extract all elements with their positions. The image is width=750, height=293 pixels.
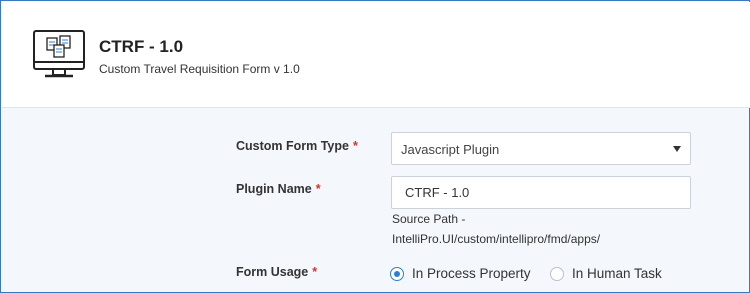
plugin-name-input[interactable] [391,176,691,209]
monitor-forms-icon [33,30,85,78]
page-header: CTRF - 1.0 Custom Travel Requisition For… [2,2,750,108]
radio-unchecked-icon [550,267,564,281]
page-subtitle: Custom Travel Requisition Form v 1.0 [99,62,300,76]
radio-label: In Human Task [572,266,662,281]
form-usage-label-text: Form Usage [236,265,309,279]
page-title: CTRF - 1.0 [99,37,184,56]
caret-down-icon [673,146,681,152]
form-type-select[interactable]: Javascript Plugin [391,132,691,165]
required-mark: * [315,182,321,196]
required-mark: * [312,265,318,279]
form-type-label: Custom Form Type * [236,139,358,153]
form-type-label-text: Custom Form Type [236,139,349,153]
radio-checked-icon [390,267,404,281]
plugin-name-label: Plugin Name * [236,182,321,196]
form-usage-label: Form Usage * [236,265,317,279]
radio-label: In Process Property [412,266,531,281]
source-path-value: IntelliPro.UI/custom/intellipro/fmd/apps… [392,232,601,246]
plugin-config-panel: CTRF - 1.0 Custom Travel Requisition For… [0,0,750,293]
form-type-selected-value: Javascript Plugin [401,142,500,157]
required-mark: * [352,139,358,153]
source-path-label: Source Path - [392,212,466,226]
plugin-name-label-text: Plugin Name [236,182,312,196]
